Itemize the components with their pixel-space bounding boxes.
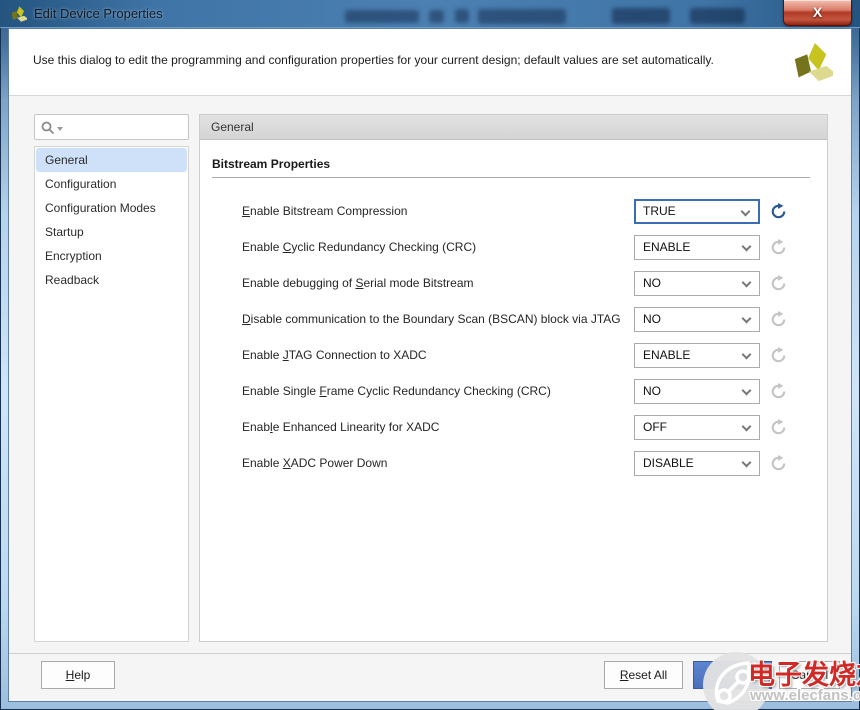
background-ghost-button xyxy=(690,8,745,24)
background-ghost-text xyxy=(478,9,566,24)
reset-icon[interactable] xyxy=(770,239,787,256)
ok-button[interactable]: OK xyxy=(693,661,772,689)
general-panel: General Bitstream Properties Enable Bits… xyxy=(199,114,828,642)
xilinx-logo-icon xyxy=(10,6,27,23)
crc-select[interactable]: ENABLE xyxy=(634,235,760,260)
property-label: Enable XADC Power Down xyxy=(242,456,387,470)
property-row-bitstream-compression: Enable Bitstream Compression TRUE xyxy=(200,199,827,224)
close-button[interactable]: X xyxy=(783,0,852,26)
enhanced-linearity-select[interactable]: OFF xyxy=(634,415,760,440)
search-input[interactable] xyxy=(67,116,185,138)
section-divider xyxy=(212,177,810,178)
reset-icon[interactable] xyxy=(770,383,787,400)
property-row-enhanced-linearity: Enable Enhanced Linearity for XADC OFF xyxy=(200,415,827,440)
chevron-down-icon xyxy=(742,458,752,468)
reset-all-button[interactable]: Reset All xyxy=(604,661,683,689)
property-label: Enable Single Frame Cyclic Redundancy Ch… xyxy=(242,384,551,398)
serial-debug-select[interactable]: NO xyxy=(634,271,760,296)
chevron-down-icon xyxy=(742,278,752,288)
chevron-down-icon xyxy=(742,242,752,252)
section-title: Bitstream Properties xyxy=(212,157,330,171)
dialog-description: Use this dialog to edit the programming … xyxy=(33,53,714,67)
property-row-single-frame-crc: Enable Single Frame Cyclic Redundancy Ch… xyxy=(200,379,827,404)
property-row-jtag-xadc: Enable JTAG Connection to XADC ENABLE xyxy=(200,343,827,368)
edit-device-properties-dialog: Edit Device Properties X Use this dialog… xyxy=(0,0,860,710)
help-button[interactable]: Help xyxy=(41,661,115,689)
reset-icon[interactable] xyxy=(770,203,787,220)
bscan-select[interactable]: NO xyxy=(634,307,760,332)
footer-divider xyxy=(9,653,851,654)
reset-icon[interactable] xyxy=(770,419,787,436)
property-row-serial-debug: Enable debugging of Serial mode Bitstrea… xyxy=(200,271,827,296)
background-ghost-text xyxy=(429,10,444,23)
property-label: Enable Bitstream Compression xyxy=(242,204,407,218)
titlebar[interactable]: Edit Device Properties X xyxy=(0,0,860,28)
chevron-down-icon xyxy=(742,386,752,396)
window-title: Edit Device Properties xyxy=(34,6,163,21)
single-frame-crc-select[interactable]: NO xyxy=(634,379,760,404)
search-filter-caret-icon[interactable] xyxy=(57,127,63,131)
chevron-down-icon xyxy=(741,207,751,217)
cancel-button[interactable]: Cancel xyxy=(779,661,840,689)
sidebar-item-general[interactable]: General xyxy=(36,148,187,172)
reset-icon[interactable] xyxy=(770,347,787,364)
jtag-xadc-select[interactable]: ENABLE xyxy=(634,343,760,368)
property-label: Enable JTAG Connection to XADC xyxy=(242,348,427,362)
bitstream-compression-select[interactable]: TRUE xyxy=(634,199,760,224)
panel-header: General xyxy=(200,115,827,140)
dialog-body: Use this dialog to edit the programming … xyxy=(8,28,852,702)
xadc-power-down-select[interactable]: DISABLE xyxy=(634,451,760,476)
chevron-down-icon xyxy=(742,422,752,432)
search-icon xyxy=(41,121,55,135)
background-ghost-text xyxy=(345,10,419,23)
property-label: Disable communication to the Boundary Sc… xyxy=(242,312,621,326)
sidebar-category-list: General Configuration Configuration Mode… xyxy=(34,146,189,642)
property-label: Enable debugging of Serial mode Bitstrea… xyxy=(242,276,474,290)
reset-icon[interactable] xyxy=(770,455,787,472)
chevron-down-icon xyxy=(742,314,752,324)
property-row-bscan: Disable communication to the Boundary Sc… xyxy=(200,307,827,332)
sidebar-item-startup[interactable]: Startup xyxy=(36,220,187,244)
background-ghost-text xyxy=(455,9,469,23)
chevron-down-icon xyxy=(742,350,752,360)
sidebar-search-box[interactable] xyxy=(34,114,189,140)
property-row-xadc-power-down: Enable XADC Power Down DISABLE xyxy=(200,451,827,476)
sidebar-item-encryption[interactable]: Encryption xyxy=(36,244,187,268)
sidebar-item-readback[interactable]: Readback xyxy=(36,268,187,292)
reset-icon[interactable] xyxy=(770,275,787,292)
sidebar-item-configuration-modes[interactable]: Configuration Modes xyxy=(36,196,187,220)
xilinx-brand-logo xyxy=(791,42,833,84)
reset-icon[interactable] xyxy=(770,311,787,328)
property-row-crc: Enable Cyclic Redundancy Checking (CRC) … xyxy=(200,235,827,260)
sidebar-item-configuration[interactable]: Configuration xyxy=(36,172,187,196)
dialog-header: Use this dialog to edit the programming … xyxy=(9,29,851,96)
property-label: Enable Enhanced Linearity for XADC xyxy=(242,420,439,434)
property-label: Enable Cyclic Redundancy Checking (CRC) xyxy=(242,240,476,254)
background-ghost-button xyxy=(612,8,670,24)
